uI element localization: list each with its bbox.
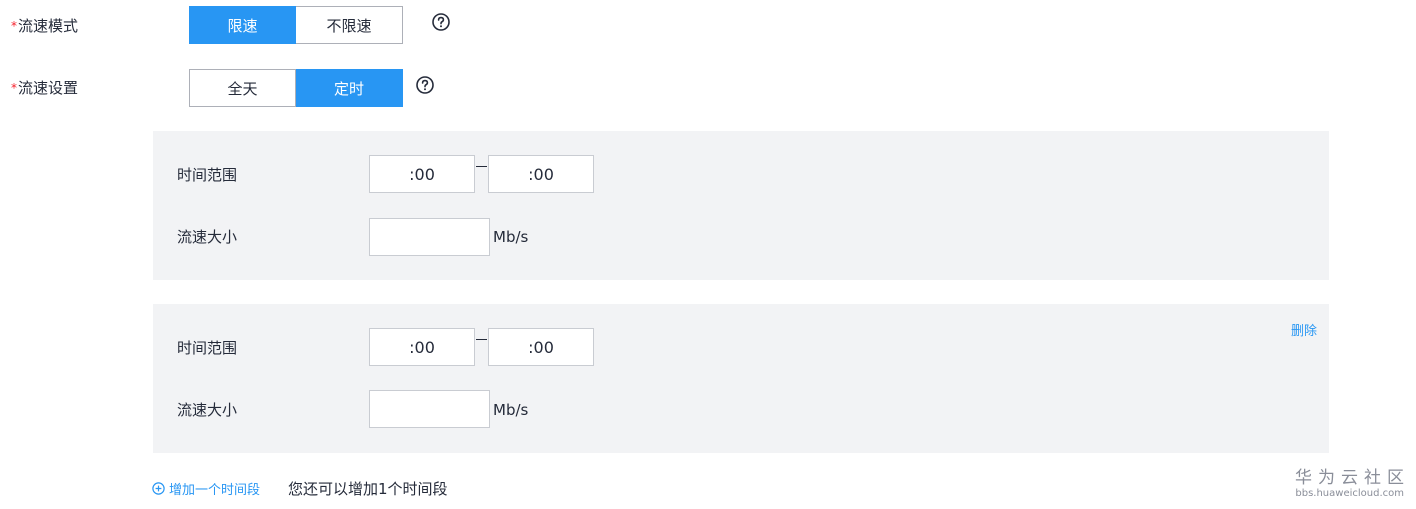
watermark-url: bbs.huaweicloud.com xyxy=(1295,488,1404,499)
end-time-input[interactable]: :00 xyxy=(488,155,594,193)
plus-circle-icon xyxy=(152,482,165,495)
flow-schedule-label-text: 流速设置 xyxy=(18,79,79,97)
remaining-periods-hint: 您还可以增加1个时间段 xyxy=(288,480,448,498)
flow-rate-settings-form: *流速模式 限速 不限速 *流速设置 全天 定时 时间范围 :00 :00 流速… xyxy=(0,0,1416,509)
flow-mode-toggle: 限速 不限速 xyxy=(189,6,403,44)
time-range-label: 时间范围 xyxy=(177,166,238,184)
time-range-label: 时间范围 xyxy=(177,339,238,357)
delete-period-link[interactable]: 删除 xyxy=(1291,320,1317,339)
mode-unlimited-button[interactable]: 不限速 xyxy=(296,6,403,44)
required-asterisk: * xyxy=(11,81,17,95)
required-asterisk: * xyxy=(11,19,17,33)
flow-schedule-label: *流速设置 xyxy=(11,78,78,98)
mode-limit-button[interactable]: 限速 xyxy=(189,6,296,44)
flow-mode-label: *流速模式 xyxy=(11,16,78,36)
start-time-input[interactable]: :00 xyxy=(369,328,475,366)
watermark-title: 华为云社区 xyxy=(1295,468,1410,488)
flow-schedule-toggle: 全天 定时 xyxy=(189,69,403,107)
add-period-label: 增加一个时间段 xyxy=(169,483,261,498)
end-time-input[interactable]: :00 xyxy=(488,328,594,366)
range-separator xyxy=(476,166,487,167)
rate-label: 流速大小 xyxy=(177,401,238,419)
flow-mode-label-text: 流速模式 xyxy=(18,17,79,35)
start-time-input[interactable]: :00 xyxy=(369,155,475,193)
rate-unit: Mb/s xyxy=(493,401,529,419)
time-period-panel: 时间范围 :00 :00 流速大小 Mb/s xyxy=(153,131,1329,280)
schedule-timed-button[interactable]: 定时 xyxy=(296,69,403,107)
schedule-all-day-button[interactable]: 全天 xyxy=(189,69,296,107)
help-icon[interactable] xyxy=(415,75,435,95)
range-separator xyxy=(476,339,487,340)
watermark: 华为云社区 bbs.huaweicloud.com xyxy=(1295,468,1404,500)
rate-label: 流速大小 xyxy=(177,228,238,246)
time-period-panel: 删除 时间范围 :00 :00 流速大小 Mb/s xyxy=(153,304,1329,453)
add-period-link[interactable]: 增加一个时间段 xyxy=(152,479,260,498)
rate-unit: Mb/s xyxy=(493,228,529,246)
help-icon[interactable] xyxy=(431,12,451,32)
rate-input[interactable] xyxy=(369,390,490,428)
rate-input[interactable] xyxy=(369,218,490,256)
